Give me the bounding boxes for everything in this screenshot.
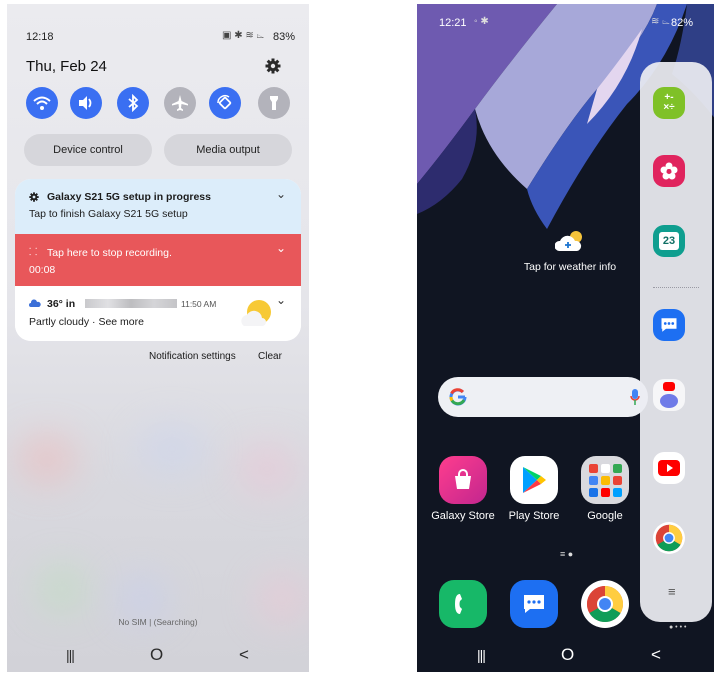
media-output-button[interactable]: Media output bbox=[164, 134, 292, 166]
chrome-icon[interactable] bbox=[653, 522, 685, 554]
auto-rotate-icon bbox=[217, 95, 232, 110]
chevron-down-icon[interactable]: ⌄ bbox=[276, 187, 286, 201]
google-folder-label[interactable]: Google bbox=[565, 510, 645, 522]
notification-shade-screen: 12:18 ▣ ✱ ≋ ⌳ 83% Thu, Feb 24 Device con… bbox=[7, 4, 309, 672]
edge-page-dots: ● • • • bbox=[669, 624, 687, 631]
airplane-mode-toggle[interactable] bbox=[164, 87, 196, 119]
edge-divider bbox=[653, 287, 699, 288]
auto-rotate-toggle[interactable] bbox=[209, 87, 241, 119]
chrome-icon[interactable] bbox=[581, 580, 629, 628]
phone-icon[interactable] bbox=[439, 580, 487, 628]
page-indicator: ≡ ● bbox=[560, 549, 574, 559]
status-icons: ◦ ✱ bbox=[474, 16, 489, 27]
edge-menu-icon[interactable]: ≡ bbox=[668, 584, 676, 599]
battery-percent: 82% bbox=[671, 17, 694, 29]
weather-notification[interactable]: 36° in 11:50 AM Partly cloudy · See more… bbox=[15, 286, 301, 341]
calendar-day: 23 bbox=[659, 232, 679, 250]
weather-add-icon[interactable] bbox=[555, 229, 585, 251]
messages-icon[interactable] bbox=[653, 309, 685, 341]
flashlight-toggle[interactable] bbox=[258, 87, 290, 119]
youtube-dual-icon[interactable] bbox=[653, 379, 685, 411]
play-store-label[interactable]: Play Store bbox=[494, 510, 574, 522]
recents-button[interactable]: ||| bbox=[66, 647, 75, 663]
edge-panel: +- ×÷ 23 ≡ bbox=[640, 62, 712, 622]
sound-toggle[interactable] bbox=[70, 87, 102, 119]
notification-card: Galaxy S21 5G setup in progress Tap to f… bbox=[15, 179, 301, 341]
calculator-icon[interactable]: +- ×÷ bbox=[653, 87, 685, 119]
wifi-icon bbox=[33, 96, 51, 110]
date-label: Thu, Feb 24 bbox=[26, 58, 107, 75]
google-g-icon bbox=[449, 388, 467, 406]
messages-icon[interactable] bbox=[510, 580, 558, 628]
flashlight-icon bbox=[270, 96, 278, 110]
galaxy-store-icon[interactable] bbox=[439, 456, 487, 504]
gear-icon bbox=[29, 192, 39, 202]
device-control-button[interactable]: Device control bbox=[24, 134, 152, 166]
status-icons: ▣ ✱ ≋ ⌳ bbox=[222, 30, 265, 41]
carrier-status: No SIM | (Searching) bbox=[118, 617, 198, 627]
weather-time: 11:50 AM bbox=[181, 299, 217, 309]
back-button[interactable]: < bbox=[651, 645, 661, 665]
google-folder-icon[interactable] bbox=[581, 456, 629, 504]
speaker-icon bbox=[79, 96, 92, 110]
status-time: 12:18 bbox=[26, 31, 54, 43]
bluetooth-icon bbox=[128, 94, 139, 112]
screen-recording-notification[interactable]: ⸬ Tap here to stop recording. 00:08 ⌄ bbox=[15, 234, 301, 286]
bluetooth-toggle[interactable] bbox=[117, 87, 149, 119]
calendar-icon[interactable]: 23 bbox=[653, 225, 685, 257]
google-search-bar[interactable] bbox=[438, 377, 648, 417]
setup-body: Tap to finish Galaxy S21 5G setup bbox=[29, 208, 188, 220]
partly-cloudy-sun-icon bbox=[241, 300, 271, 326]
home-screen: 12:21 ◦ ✱ ≋ ⌳ 82% Tap for weather info G… bbox=[417, 4, 714, 672]
galaxy-store-label[interactable]: Galaxy Store bbox=[423, 510, 503, 522]
home-button[interactable]: O bbox=[561, 645, 574, 665]
notification-settings-link[interactable]: Notification settings bbox=[149, 351, 236, 362]
setup-notification[interactable]: Galaxy S21 5G setup in progress Tap to f… bbox=[15, 179, 301, 234]
recording-timer: 00:08 bbox=[29, 264, 56, 276]
battery-percent: 83% bbox=[273, 31, 296, 43]
settings-gear-icon[interactable] bbox=[265, 58, 281, 74]
weather-widget-label[interactable]: Tap for weather info bbox=[507, 261, 633, 273]
home-button[interactable]: O bbox=[150, 645, 163, 665]
chevron-down-icon[interactable]: ⌄ bbox=[276, 293, 286, 307]
youtube-icon[interactable] bbox=[653, 452, 685, 484]
status-time: 12:21 bbox=[439, 17, 467, 29]
cloud-icon bbox=[29, 299, 41, 307]
back-button[interactable]: < bbox=[239, 645, 249, 665]
record-frame-icon: ⸬ bbox=[29, 247, 38, 258]
weather-body: Partly cloudy · See more bbox=[29, 316, 144, 328]
recents-button[interactable]: ||| bbox=[477, 647, 486, 663]
wifi-toggle[interactable] bbox=[26, 87, 58, 119]
signal-icon: ≋ ⌳ bbox=[651, 16, 670, 27]
setup-title: Galaxy S21 5G setup in progress bbox=[47, 191, 211, 203]
mic-icon[interactable] bbox=[630, 388, 640, 406]
recording-title: Tap here to stop recording. bbox=[47, 247, 172, 259]
redacted-location bbox=[85, 299, 177, 308]
weather-title: 36° in bbox=[47, 298, 76, 310]
chevron-down-icon[interactable]: ⌄ bbox=[276, 241, 286, 255]
clear-notifications-button[interactable]: Clear bbox=[258, 351, 282, 362]
airplane-icon bbox=[172, 95, 188, 111]
play-store-icon[interactable] bbox=[510, 456, 558, 504]
gallery-icon[interactable] bbox=[653, 155, 685, 187]
